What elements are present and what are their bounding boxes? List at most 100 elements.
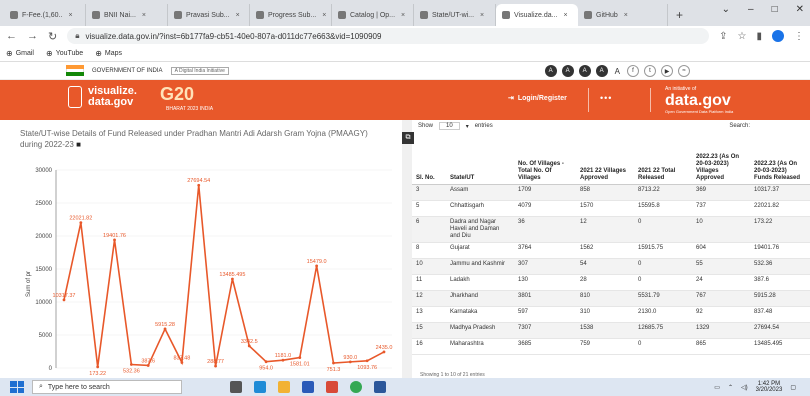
browser-tab[interactable]: Catalog | Op... × [332,4,414,26]
datagov-logo[interactable]: An initiative of data.gov Open Governmen… [665,86,733,114]
minimize-button[interactable]: – [748,4,754,15]
youtube-icon[interactable]: ▶ [661,65,673,77]
column-header[interactable]: 2021 22 Villages Approved [576,132,634,185]
table-cell: 310 [576,306,634,323]
more-menu-button[interactable]: ••• [600,93,612,103]
data-point[interactable] [281,358,285,362]
close-tab-icon[interactable]: × [480,12,484,19]
keyboard-icon[interactable]: ▭ [714,384,720,391]
search-label[interactable]: Search: [729,123,750,129]
bookmark-gmail[interactable]: ⊕ Gmail [6,49,34,58]
close-tab-icon[interactable]: × [401,12,405,19]
column-header[interactable]: No. Of Villages - Total No. Of Villages [514,132,576,185]
url-field[interactable]: 🔒︎ visualize.data.gov.in/?inst=6b177fa9-… [67,28,710,44]
data-point[interactable] [163,327,167,331]
sidepanel-icon[interactable]: ▮ [756,31,762,42]
clock[interactable]: 1:42 PM 3/20/2023 [756,381,783,393]
back-icon[interactable]: ← [6,30,17,42]
tab-label: Catalog | Op... [350,11,396,19]
data-point[interactable] [365,359,369,363]
vertical-scrollbar[interactable] [402,120,412,378]
data-point[interactable] [79,221,83,225]
twitter-icon[interactable]: t [644,65,656,77]
rss-icon[interactable]: ≈ [678,65,690,77]
maximize-button[interactable]: □ [772,4,778,15]
close-tab-icon[interactable]: × [236,12,240,19]
browser-tab[interactable]: Pravasi Sub... × [168,4,250,26]
share-icon[interactable]: ⇪ [719,31,727,42]
data-point[interactable] [214,364,217,368]
data-point[interactable] [348,360,352,364]
y-axis-label: Sum of pr [26,271,32,297]
table-cell: Chhattisgarh [446,200,514,217]
data-point[interactable] [197,183,201,187]
column-header[interactable]: Sl. No. [412,132,446,185]
close-tab-icon[interactable]: × [563,12,567,19]
dark-mode-icon[interactable]: A [595,65,608,77]
data-point[interactable] [62,298,66,302]
notifications-icon[interactable]: ▢ [790,384,796,391]
close-window-button[interactable]: ✕ [796,4,804,15]
data-point[interactable] [231,277,234,281]
copy-icon[interactable]: ⧉ [402,132,414,144]
text-size-icon[interactable]: A [578,65,591,77]
data-point[interactable] [298,356,302,359]
reload-icon[interactable]: ↻ [48,30,57,43]
word-icon[interactable] [374,381,386,393]
close-tab-icon[interactable]: × [322,12,326,19]
column-header[interactable]: 2022.23 (As On 20-03-2023) Funds Release… [750,132,810,185]
data-point[interactable] [129,363,133,366]
file-explorer-icon[interactable] [278,381,290,393]
close-tab-icon[interactable]: × [142,12,146,19]
table-cell: 5531.79 [634,290,692,307]
visualize-logo[interactable]: visualize. data.gov [68,86,137,108]
facebook-icon[interactable]: f [627,65,639,77]
close-tab-icon[interactable]: × [624,12,628,19]
chevron-down-icon[interactable]: ⌄ [722,4,730,15]
font-size-label[interactable]: A [615,67,620,76]
forward-icon[interactable]: → [27,30,38,42]
chevron-up-icon[interactable]: ⌃ [728,384,733,391]
browser-tab[interactable]: F-Fee.(1,60.. × [4,4,86,26]
volume-icon[interactable]: ◁) [741,384,748,391]
data-point[interactable] [315,264,319,268]
goi-label: GOVERNMENT OF INDIA [92,67,163,74]
chrome-icon[interactable] [350,381,362,393]
data-point[interactable] [146,364,150,367]
browser-tab[interactable]: State/UT-wi... × [414,4,496,26]
browser-tab[interactable]: BNII Nai... × [86,4,168,26]
edge-icon[interactable] [254,381,266,393]
data-point[interactable] [180,361,184,364]
star-icon[interactable]: ☆ [738,31,747,42]
column-header[interactable]: State/UT [446,132,514,185]
new-tab-button[interactable]: + [668,4,691,26]
bookmark-youtube[interactable]: ⊕ YouTube [46,49,83,58]
favicon-icon [502,11,510,19]
menu-icon[interactable]: ⋮ [794,31,804,42]
bookmark-maps[interactable]: ⊕ Maps [95,49,122,58]
column-header[interactable]: 2022.23 (As On 20-03-2023) Villages Appr… [692,132,750,185]
column-header[interactable]: 2021 22 Total Released [634,132,692,185]
avatar[interactable] [772,30,784,42]
data-point[interactable] [247,344,251,348]
data-point[interactable] [113,238,116,242]
task-view-icon[interactable] [230,381,242,393]
windows-start-icon[interactable] [10,381,24,393]
login-register-button[interactable]: ⇥ Login/Register [508,94,567,103]
browser-tab[interactable]: Progress Sub... × [250,4,332,26]
chevron-down-icon[interactable]: ▾ [466,123,469,130]
browser-tab[interactable]: Visualize.da... × [496,4,578,26]
data-point[interactable] [96,365,100,369]
download-icon[interactable]: ■ [76,140,81,149]
taskbar-search[interactable]: ⌕ Type here to search [32,380,182,394]
accessibility-icon[interactable]: A [544,65,557,77]
close-tab-icon[interactable]: × [68,12,72,19]
contrast-icon[interactable]: A [561,65,574,77]
data-point[interactable] [264,360,268,364]
entries-select[interactable]: 10 [439,122,460,130]
data-point[interactable] [332,361,335,365]
store-icon[interactable] [302,381,314,393]
data-point[interactable] [382,350,386,354]
office-icon[interactable] [326,381,338,393]
browser-tab[interactable]: GitHub × [578,4,668,26]
